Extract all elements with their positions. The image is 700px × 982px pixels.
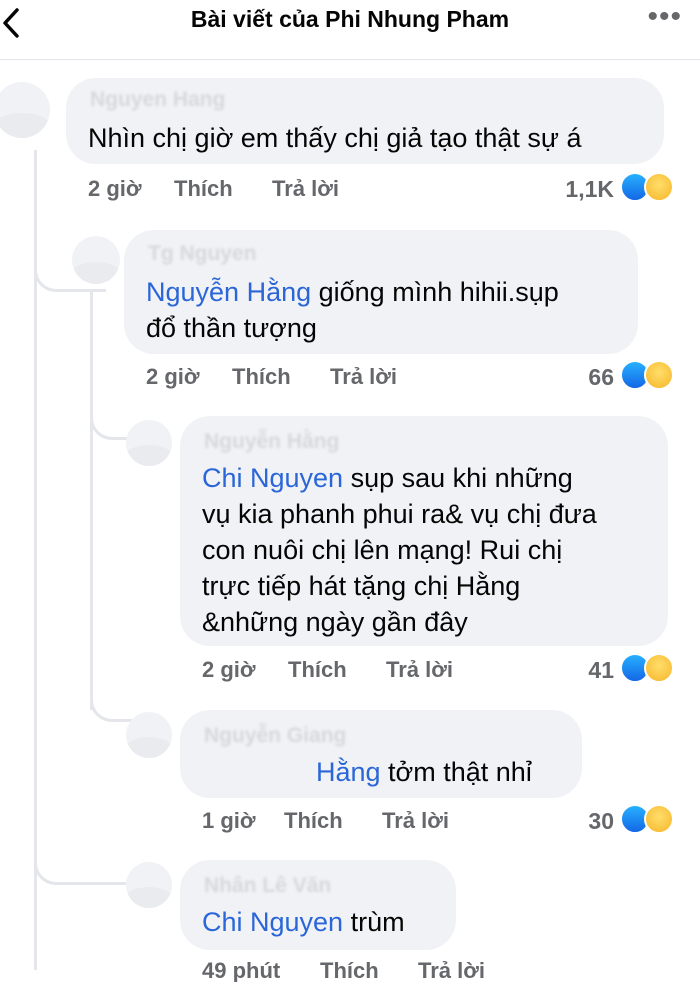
comment-text: Chi Nguyen sụp sau khi những vụ kia phan… xyxy=(202,460,662,640)
comment-text: Hằng tởm thật nhỉ xyxy=(316,754,576,790)
comment-time: 2 giờ xyxy=(146,364,200,389)
haha-reaction-icon xyxy=(644,653,674,683)
reaction-count[interactable]: 41 xyxy=(546,657,614,684)
reply-link[interactable]: Trả lời xyxy=(272,176,339,202)
reaction-icons[interactable] xyxy=(620,360,680,392)
comment-body: Nhìn chị giờ em thấy chị giả tạo thật sự… xyxy=(88,123,582,153)
comment-time: 1 giờ xyxy=(202,808,256,833)
comment-bubble[interactable]: Tg Nguyen Nguyễn Hằng giống mình hihii.s… xyxy=(124,230,638,354)
reply-link[interactable]: Trả lời xyxy=(382,808,449,834)
comment-mention[interactable]: Chi Nguyen xyxy=(202,907,343,937)
haha-reaction-icon xyxy=(644,360,674,390)
reply-link[interactable]: Trả lời xyxy=(418,958,485,982)
comment-bubble[interactable]: Nguyen Hang Nhìn chị giờ em thấy chị giả… xyxy=(66,78,664,164)
comment-time: 2 giờ xyxy=(202,657,256,682)
avatar[interactable] xyxy=(0,82,50,138)
top-bar: Bài viết của Phi Nhung Pham ••• xyxy=(0,0,700,60)
comment-bubble[interactable]: Nguyễn Hằng Chi Nguyen sụp sau khi những… xyxy=(180,416,668,646)
avatar[interactable] xyxy=(126,712,172,758)
reaction-count[interactable]: 1,1K xyxy=(546,176,614,203)
more-options-button[interactable]: ••• xyxy=(647,2,682,32)
comment-author[interactable]: Nguyễn Hằng xyxy=(204,430,339,454)
comment-text: Nhìn chị giờ em thấy chị giả tạo thật sự… xyxy=(88,120,658,156)
comment-actions: 2 giờ Thích Trả lời xyxy=(146,364,397,390)
comment-time: 2 giờ xyxy=(88,176,142,201)
haha-reaction-icon xyxy=(644,804,674,834)
comment-bubble[interactable]: Nhân Lê Văn Chi Nguyen trùm xyxy=(180,860,456,950)
comment-actions: 49 phút Thích Trả lời xyxy=(202,958,485,982)
comment-body: tởm thật nhỉ xyxy=(380,757,532,787)
reaction-count[interactable]: 30 xyxy=(546,808,614,835)
comment-actions: 1 giờ Thích Trả lời xyxy=(202,808,449,834)
haha-reaction-icon xyxy=(644,172,674,202)
comment-mention[interactable]: Chi Nguyen xyxy=(202,463,343,493)
comment-mention[interactable]: Hằng xyxy=(316,757,381,787)
avatar[interactable] xyxy=(126,420,172,466)
thread-branch xyxy=(34,845,134,885)
comment-author[interactable]: Nguyen Hang xyxy=(90,88,225,112)
avatar[interactable] xyxy=(72,236,120,284)
reaction-icons[interactable] xyxy=(620,653,680,685)
reply-link[interactable]: Trả lời xyxy=(386,657,453,683)
reaction-icons[interactable] xyxy=(620,804,680,836)
comment-mention[interactable]: Nguyễn Hằng xyxy=(146,277,311,307)
reaction-icons[interactable] xyxy=(620,172,680,204)
thread-line xyxy=(90,290,93,710)
like-link[interactable]: Thích xyxy=(284,808,382,834)
comment-actions: 2 giờ Thích Trả lời xyxy=(88,176,339,202)
comment-body: trùm xyxy=(343,907,405,937)
page-title: Bài viết của Phi Nhung Pham xyxy=(190,6,510,32)
reaction-count[interactable]: 66 xyxy=(546,364,614,391)
comment-author[interactable]: Nhân Lê Văn xyxy=(204,874,331,898)
like-link[interactable]: Thích xyxy=(288,657,386,683)
like-link[interactable]: Thích xyxy=(232,364,330,390)
comment-author[interactable]: Tg Nguyen xyxy=(148,242,257,266)
like-link[interactable]: Thích xyxy=(174,176,272,202)
comment-actions: 2 giờ Thích Trả lời xyxy=(202,657,453,683)
comment-bubble[interactable]: Nguyễn Giang Hằng tởm thật nhỉ xyxy=(180,710,582,798)
like-link[interactable]: Thích xyxy=(320,958,418,982)
comment-time: 49 phút xyxy=(202,958,281,982)
comment-text: Chi Nguyen trùm xyxy=(202,904,452,940)
avatar[interactable] xyxy=(126,862,172,908)
reply-link[interactable]: Trả lời xyxy=(330,364,397,390)
comment-author[interactable]: Nguyễn Giang xyxy=(204,724,346,748)
comment-text: Nguyễn Hằng giống mình hihii.sụp đổ thần… xyxy=(146,274,626,346)
